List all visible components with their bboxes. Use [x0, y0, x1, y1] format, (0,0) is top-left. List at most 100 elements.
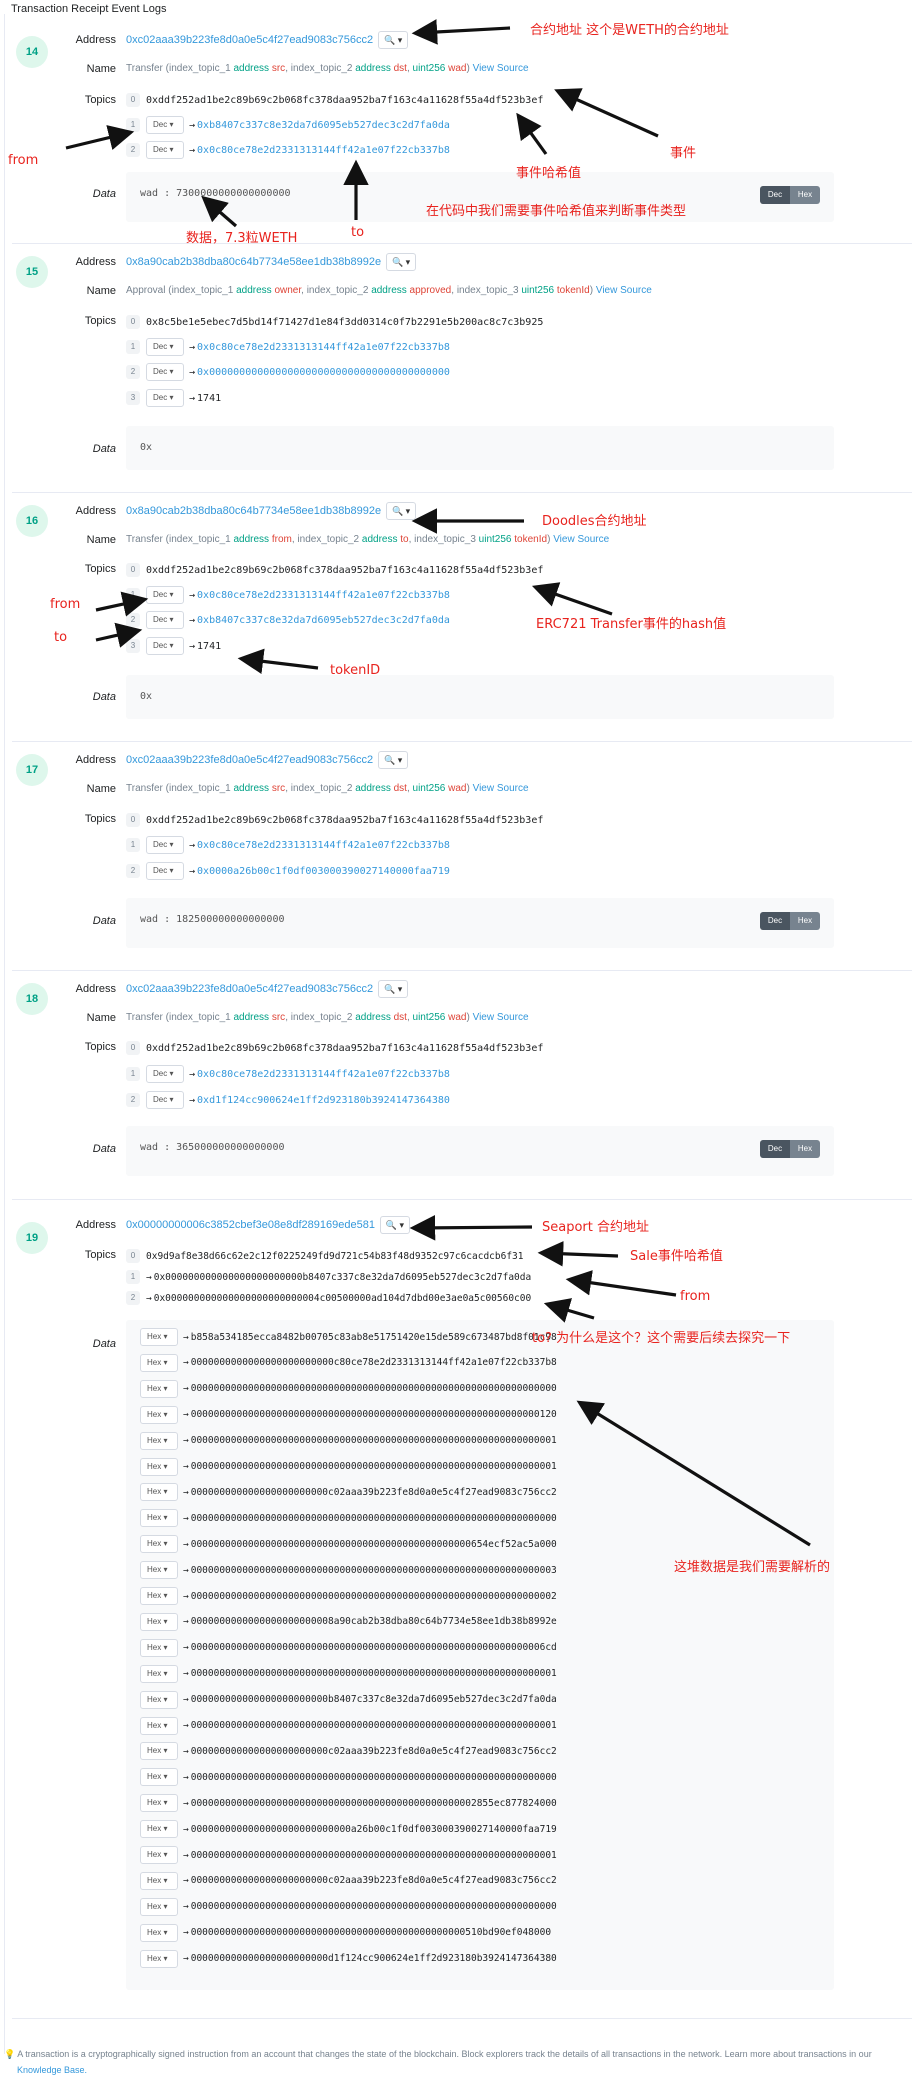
search-dropdown[interactable]: 🔍 ▾: [378, 751, 409, 769]
hex-dropdown[interactable]: Hex ▾: [140, 1794, 178, 1813]
hex-dropdown[interactable]: Hex ▾: [140, 1768, 178, 1787]
dec-dropdown[interactable]: Dec ▾: [146, 338, 184, 356]
search-dropdown[interactable]: 🔍 ▾: [386, 502, 417, 520]
topic-address-link[interactable]: 0x0c80ce78e2d2331313144ff42a1e07f22cb337…: [197, 145, 450, 156]
dec-dropdown[interactable]: Dec ▾: [146, 586, 184, 604]
data-hex-row: Hex ▾ → 0000000000000000000000000000000000…: [140, 1794, 557, 1813]
view-source-link[interactable]: View Source: [473, 783, 529, 794]
search-dropdown[interactable]: 🔍 ▾: [379, 1216, 410, 1234]
dec-dropdown[interactable]: Dec ▾: [146, 862, 184, 880]
data-label: Data: [92, 443, 116, 455]
contract-address-link[interactable]: 0xc02aaa39b223fe8d0a0e5c4f27ead9083c756c…: [126, 754, 373, 766]
hex-dropdown[interactable]: Hex ▾: [140, 1897, 178, 1916]
hex-word: 0000000000000000000000000000000000000000…: [190, 1797, 557, 1809]
hex-button[interactable]: Hex: [790, 186, 820, 204]
hex-dropdown[interactable]: Hex ▾: [140, 1379, 178, 1398]
event-log-15: 15 Address 0x8a90cab2b38dba80c64b7734e58…: [12, 246, 912, 470]
hex-dropdown[interactable]: Hex ▾: [140, 1483, 178, 1502]
annotation-to: to: [54, 630, 68, 645]
event-log-17: 17 Address 0xc02aaa39b223fe8d0a0e5c4f27e…: [12, 744, 912, 964]
annotation-from: from: [50, 597, 81, 612]
hex-dropdown[interactable]: Hex ▾: [140, 1742, 178, 1761]
hex-dropdown[interactable]: Hex ▾: [140, 1405, 178, 1424]
dec-button[interactable]: Dec: [760, 186, 790, 204]
annotation-erc721: ERC721 Transfer事件的hash值: [536, 617, 727, 632]
hex-dropdown[interactable]: Hex ▾: [140, 1587, 178, 1605]
dec-button[interactable]: Dec: [760, 1140, 790, 1158]
topic-address-link[interactable]: 0x0c80ce78e2d2331313144ff42a1e07f22cb337…: [197, 590, 450, 601]
dec-dropdown[interactable]: Dec ▾: [146, 611, 184, 629]
topic-row-0: 0 0x9d9af8e38d66c62e2c12f0225249fd9d721c5…: [126, 1249, 524, 1263]
contract-address-link[interactable]: 0xc02aaa39b223fe8d0a0e5c4f27ead9083c756c…: [126, 34, 373, 46]
view-source-link[interactable]: View Source: [596, 285, 652, 296]
hex-word: 0000000000000000000000000000000000000000…: [190, 1771, 557, 1783]
hex-word: 0000000000000000000000000000000000000000…: [190, 1461, 557, 1472]
annotation-doodles: Doodles合约地址: [542, 514, 647, 529]
dec-dropdown[interactable]: Dec ▾: [146, 389, 184, 407]
data-hex-row: Hex ▾ → b858a534185ecca8482b00705c83ab8e51…: [140, 1328, 557, 1346]
topic-address-link[interactable]: 0x0000a26b00c1f0df003000390027140000faa7…: [197, 866, 450, 877]
hex-dropdown[interactable]: Hex ▾: [140, 1509, 178, 1528]
topic-row-3: 3 Dec ▾ → 1741: [126, 637, 221, 655]
topic-address-link[interactable]: 0x0c80ce78e2d2331313144ff42a1e07f22cb337…: [197, 342, 450, 353]
search-dropdown[interactable]: 🔍 ▾: [378, 31, 409, 49]
topic-address-link[interactable]: 0x0c80ce78e2d2331313144ff42a1e07f22cb337…: [197, 840, 450, 851]
dec-dropdown[interactable]: Dec ▾: [146, 637, 184, 655]
knowledge-base-link[interactable]: Knowledge Base.: [17, 2065, 87, 2075]
hex-word: 0000000000000000000000000000000000000000…: [190, 1901, 557, 1913]
contract-address-link[interactable]: 0x00000000006c3852cbef3e08e8df289169ede5…: [126, 1219, 375, 1231]
data-label: Data: [92, 691, 116, 703]
dec-dropdown[interactable]: Dec ▾: [146, 1065, 184, 1083]
hex-dropdown[interactable]: Hex ▾: [140, 1638, 178, 1657]
dec-dropdown[interactable]: Dec ▾: [146, 141, 184, 159]
hex-dropdown[interactable]: Hex ▾: [140, 1353, 178, 1372]
hex-dropdown[interactable]: Hex ▾: [140, 1716, 178, 1735]
hex-dropdown[interactable]: Hex ▾: [140, 1871, 178, 1890]
hex-dropdown[interactable]: Hex ▾: [140, 1535, 178, 1554]
dec-dropdown[interactable]: Dec ▾: [146, 116, 184, 134]
topic-address-link[interactable]: 0x00000000000000000000000000000000000000…: [197, 367, 450, 378]
topic-address-link[interactable]: 0xb8407c337c8e32da7d6095eb527dec3c2d7fa0…: [197, 120, 450, 131]
view-source-link[interactable]: View Source: [473, 1012, 529, 1023]
hex-dropdown[interactable]: Hex ▾: [140, 1690, 178, 1709]
hex-dropdown[interactable]: Hex ▾: [140, 1457, 178, 1476]
hex-dropdown[interactable]: Hex ▾: [140, 1561, 178, 1580]
dec-button[interactable]: Dec: [760, 912, 790, 930]
hex-dropdown[interactable]: Hex ▾: [140, 1431, 178, 1450]
data-hex-row: Hex ▾ → 0000000000000000000000000000000000…: [140, 1509, 557, 1528]
hex-dropdown[interactable]: Hex ▾: [140, 1612, 178, 1631]
dec-dropdown[interactable]: Dec ▾: [146, 363, 184, 381]
dec-dropdown[interactable]: Dec ▾: [146, 836, 184, 854]
hex-button[interactable]: Hex: [790, 912, 820, 930]
topic-row-2: 2 Dec ▾ → 0x0000a26b00c1f0df003000390027140…: [126, 862, 450, 880]
annotation-from: from: [8, 153, 39, 168]
view-source-link[interactable]: View Source: [473, 63, 529, 74]
hex-word: 0000000000000000000000000c80ce78e2d23313…: [190, 1357, 557, 1369]
topic-address-link[interactable]: 0xd1f124cc900624e1ff2d923180b39241473643…: [197, 1095, 450, 1106]
data-box: wad : 365000000000000000 Dec Hex: [126, 1126, 834, 1176]
view-source-link[interactable]: View Source: [553, 534, 609, 545]
contract-address-link[interactable]: 0x8a90cab2b38dba80c64b7734e58ee1db38b899…: [126, 505, 381, 517]
contract-address-link[interactable]: 0x8a90cab2b38dba80c64b7734e58ee1db38b899…: [126, 256, 381, 268]
contract-address-link[interactable]: 0xc02aaa39b223fe8d0a0e5c4f27ead9083c756c…: [126, 983, 373, 995]
data-hex-row: Hex ▾ → 000000000000000000000000b8407c337c…: [140, 1690, 557, 1709]
hex-dropdown[interactable]: Hex ▾: [140, 1923, 178, 1942]
hex-dropdown[interactable]: Hex ▾: [140, 1949, 178, 1968]
search-dropdown[interactable]: 🔍 ▾: [386, 253, 417, 271]
hex-button[interactable]: Hex: [790, 1140, 820, 1158]
hex-dropdown[interactable]: Hex ▾: [140, 1846, 178, 1864]
data-hex-row: Hex ▾ → 0000000000000000000000000000000000…: [140, 1431, 557, 1450]
search-dropdown[interactable]: 🔍 ▾: [378, 980, 409, 998]
annotation-seaport: Seaport 合约地址: [542, 1220, 649, 1235]
hex-dropdown[interactable]: Hex ▾: [140, 1664, 178, 1683]
event-log-16: 16 Address 0x8a90cab2b38dba80c64b7734e58…: [12, 495, 912, 719]
annotation-event-hash: 事件哈希值: [516, 166, 582, 181]
hex-dropdown[interactable]: Hex ▾: [140, 1328, 178, 1346]
topic-address-link[interactable]: 0x0c80ce78e2d2331313144ff42a1e07f22cb337…: [197, 1069, 450, 1080]
dec-dropdown[interactable]: Dec ▾: [146, 1091, 184, 1109]
name-label: Name: [86, 285, 116, 297]
hex-dropdown[interactable]: Hex ▾: [140, 1820, 178, 1839]
data-hex-row: Hex ▾ → 0000000000000000000000000000000000…: [140, 1897, 557, 1916]
topic-address-link[interactable]: 0xb8407c337c8e32da7d6095eb527dec3c2d7fa0…: [197, 615, 450, 626]
hex-word: 0000000000000000000000000000000000000000…: [190, 1409, 557, 1421]
